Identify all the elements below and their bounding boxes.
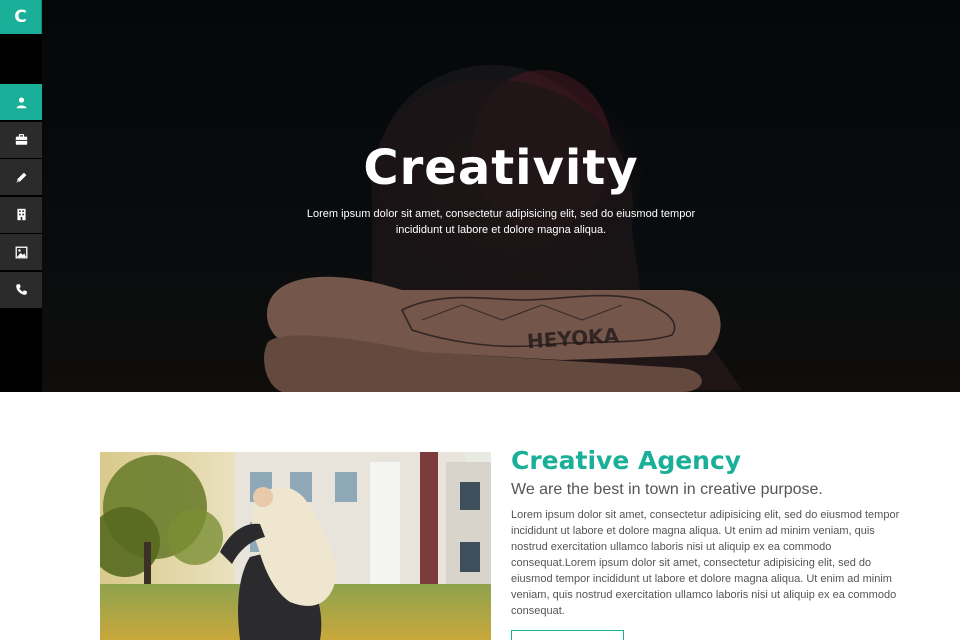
about-subtitle: We are the best in town in creative purp… bbox=[511, 481, 823, 498]
briefcase-icon bbox=[15, 134, 27, 145]
nav-item-blog[interactable] bbox=[0, 159, 42, 195]
user-icon bbox=[16, 96, 26, 108]
nav-item-contact[interactable] bbox=[0, 271, 42, 308]
sidebar-nav bbox=[0, 84, 42, 309]
nav-item-portfolio[interactable] bbox=[0, 121, 42, 158]
logo[interactable]: C bbox=[0, 0, 42, 34]
hero-title: Creativity bbox=[363, 140, 639, 196]
building-icon bbox=[16, 208, 26, 221]
pencil-icon bbox=[16, 172, 26, 182]
read-more-button[interactable] bbox=[511, 630, 624, 640]
about-image bbox=[100, 452, 491, 640]
hero-overlay bbox=[42, 0, 960, 392]
hero-section: HEYOKA Creativity Lorem ipsum dolor sit … bbox=[42, 0, 960, 392]
nav-item-gallery[interactable] bbox=[0, 234, 42, 270]
nav-item-company[interactable] bbox=[0, 196, 42, 233]
image-icon bbox=[15, 246, 27, 258]
sidebar: C bbox=[0, 0, 42, 392]
about-title: Creative Agency bbox=[511, 446, 742, 475]
phone-icon bbox=[15, 284, 27, 295]
hero-text: Lorem ipsum dolor sit amet, consectetur … bbox=[306, 208, 696, 236]
nav-item-profile[interactable] bbox=[0, 84, 42, 120]
about-body: Lorem ipsum dolor sit amet, consectetur … bbox=[511, 509, 900, 617]
